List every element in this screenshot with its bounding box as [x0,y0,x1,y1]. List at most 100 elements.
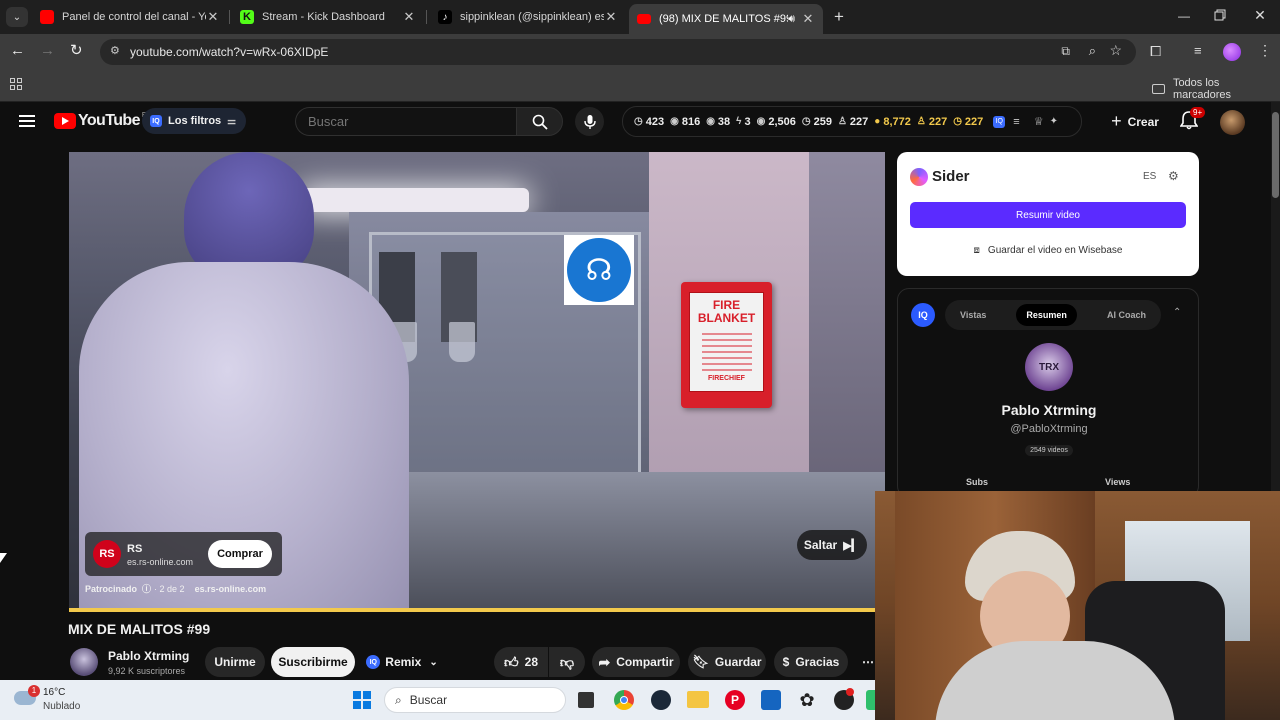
back-button[interactable]: ← [10,42,25,59]
tab-vistas[interactable]: Vistas [960,310,986,320]
extensions-icon[interactable]: ⧠ [1150,43,1161,60]
close-window-button[interactable]: ✕ [1252,7,1268,23]
subscribe-button[interactable]: Suscribirme [271,647,355,677]
search-input[interactable] [296,108,496,135]
close-icon[interactable]: ✕ [604,9,618,25]
profile-avatar[interactable] [1223,43,1241,61]
site-info-icon[interactable]: ⚙ [110,44,120,57]
iq-channel-name: Pablo Xtrming [1001,402,1097,418]
new-tab-button[interactable]: + [830,8,848,26]
close-icon[interactable]: ✕ [206,9,220,25]
audio-playing-icon[interactable]: 🔊︎ [788,13,795,26]
create-button[interactable]: + Crear [1102,107,1168,136]
ad-footer-domain[interactable]: es.rs-online.com [195,584,267,594]
close-icon[interactable]: ✕ [801,11,815,27]
skip-ad-button[interactable]: Saltar ▶▎ [797,530,867,560]
sider-language[interactable]: ES [1143,171,1156,182]
settings-gear-icon[interactable]: ⚙ [1168,169,1179,183]
save-button[interactable]: 🔖︎ Guardar [688,647,766,677]
trophy-icon[interactable]: ♕ [1034,115,1044,128]
bookmarks-bar: Todos los marcadores [0,70,1280,102]
obs-icon[interactable] [834,688,854,710]
address-bar[interactable]: ⚙ youtube.com/watch?v=wRx-06XIDpE ⧉ ⌕ ☆ [100,39,1136,65]
youtube-play-icon [54,113,76,129]
remix-button[interactable]: IQ Remix ⌄ [361,647,443,677]
share-button[interactable]: ➦ Compartir [592,647,680,677]
sliders-icon: ⚌ [227,115,237,127]
media-control-icon[interactable]: ≡ [1194,43,1202,58]
tab-channel-dashboard[interactable]: Panel de control del canal - You ✕ [32,4,228,30]
bookmark-star-icon[interactable]: ☆ [1109,42,1122,59]
account-avatar[interactable] [1220,110,1245,135]
video-player[interactable]: ☊ FIRE BLANKET FIRECHIEF RS RS es.rs-onl… [69,152,885,612]
tab-divider [426,10,427,24]
taskbar-app-icon[interactable] [866,690,875,710]
thanks-label: Gracias [795,655,840,669]
list-icon[interactable]: ≡ [1013,116,1019,128]
ad-counter: · 2 de 2 [154,583,185,594]
tab-youtube-video[interactable]: (98) MIX DE MALITOS #99 🔊︎ ✕ [629,4,823,34]
file-explorer-icon[interactable] [687,691,709,708]
taskbar-search-placeholder: Buscar [409,693,448,707]
menu-icon[interactable] [19,115,35,127]
iq-logo-icon[interactable]: IQ [993,115,1006,128]
minimize-button[interactable]: — [1176,9,1192,25]
channel-name[interactable]: Pablo Xtrming [108,649,189,663]
youtube-logo[interactable]: YouTube ES [54,112,151,130]
thanks-button[interactable]: $ Gracias [774,647,848,677]
voice-search-button[interactable] [575,107,604,136]
search-box[interactable] [295,107,516,136]
chevron-up-icon[interactable]: ⌃ [1173,307,1181,318]
search-button[interactable] [516,107,563,136]
chrome-icon[interactable] [614,690,634,710]
iq-video-count: 2549 videos [898,445,1200,456]
tab-ai-coach[interactable]: AI Coach [1107,310,1146,320]
ad-buy-button[interactable]: Comprar [208,540,272,568]
microphone-icon [583,114,596,129]
taskbar-search[interactable]: ⌕ Buscar [384,687,566,713]
filters-button[interactable]: IQ Los filtros ⚌ [142,108,247,134]
mouse-cursor-icon [0,553,7,563]
stat-activity: ϟ3 [736,115,751,128]
info-icon[interactable]: ⓘ [142,582,151,595]
close-icon[interactable]: ✕ [402,9,416,25]
user-icon: ♙ [837,116,847,127]
zoom-icon[interactable]: ⌕ [1089,43,1096,59]
tab-title: (98) MIX DE MALITOS #99 [659,13,789,25]
join-button[interactable]: Unirme [205,647,265,677]
stat-users: ♙ 227 [837,115,869,128]
task-view-icon[interactable] [578,692,594,708]
tab-tiktok[interactable]: ♪ sippinklean (@sippinklean) está ✕ [430,4,626,30]
skip-next-icon: ▶▎ [843,539,861,552]
chatgpt-icon[interactable]: ✿ [797,690,817,710]
sparkle-icon[interactable]: ✦ [1050,116,1058,127]
install-app-icon[interactable]: ⧉ [1061,44,1070,59]
steam-icon[interactable] [651,690,671,710]
notifications-button[interactable]: 9+ [1180,107,1206,134]
skip-label: Saltar [803,538,838,552]
ad-card[interactable]: RS RS es.rs-online.com Comprar [85,532,282,576]
store-icon[interactable] [761,690,781,710]
pinterest-icon[interactable]: P [725,690,745,710]
save-to-wisebase-button[interactable]: ⧈ Guardar el video en Wisebase [910,238,1186,262]
ad-progress-track[interactable] [69,608,885,612]
all-bookmarks-folder[interactable]: Todos los marcadores [1152,77,1280,101]
tab-list-button[interactable]: ⌄ [6,7,28,27]
reload-button[interactable]: ↻ [70,41,83,59]
user-icon: ♙ [916,116,926,127]
tab-resumen[interactable]: Resumen [1016,304,1077,326]
summarize-video-button[interactable]: Resumir video [910,202,1186,228]
channel-avatar[interactable] [70,648,98,676]
forward-button[interactable]: → [40,42,55,59]
url-text: youtube.com/watch?v=wRx-06XIDpE [130,45,329,59]
dislike-button[interactable]: 👎︎ [549,647,585,677]
tab-divider [229,10,230,24]
restore-button[interactable] [1214,9,1230,25]
weather-widget[interactable]: 1 16°C Nublado [14,685,94,715]
like-button[interactable]: 👍︎ 28 [494,647,548,677]
apps-grid-icon[interactable] [10,78,22,90]
windows-start-icon[interactable] [353,691,371,709]
browser-menu-icon[interactable]: ⋮ [1258,42,1272,59]
tab-kick-dashboard[interactable]: K Stream - Kick Dashboard ✕ [232,4,424,30]
iq-tabs: Vistas Resumen AI Coach [945,300,1161,330]
